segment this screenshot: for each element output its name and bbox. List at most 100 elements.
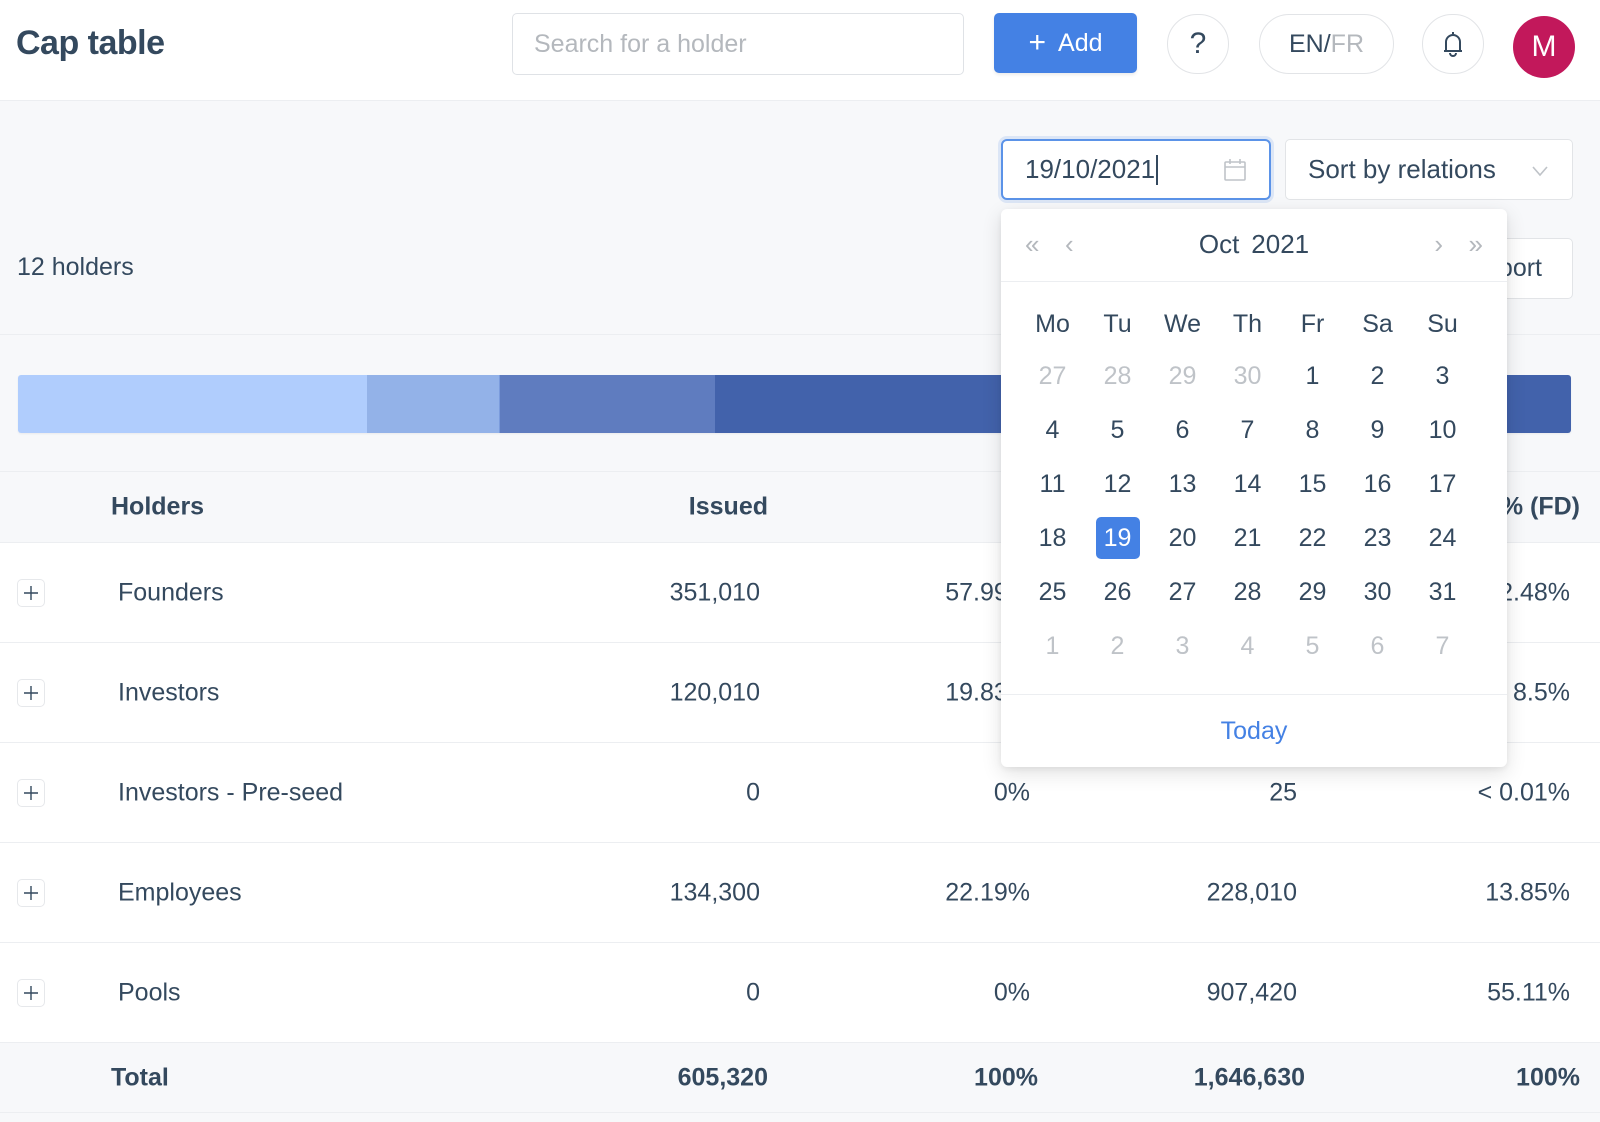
calendar-day[interactable]: 29 xyxy=(1280,578,1345,607)
calendar-day[interactable]: 5 xyxy=(1280,632,1345,661)
calendar-week: 18 19 20 21 22 23 24 xyxy=(1020,511,1475,565)
plus-icon xyxy=(24,985,38,1000)
search-input[interactable] xyxy=(512,13,964,75)
calendar-day[interactable]: 30 xyxy=(1345,578,1410,607)
calendar-grid: Mo Tu We Th Fr Sa Su 27 28 29 30 1 2 3 4 5 6 7 8 9 10 11 12 13 1… xyxy=(1020,299,1475,673)
lang-fr[interactable]: FR xyxy=(1331,30,1364,59)
calendar-day[interactable]: 17 xyxy=(1410,470,1475,499)
calendar-day[interactable]: 14 xyxy=(1215,470,1280,499)
calendar-day[interactable]: 10 xyxy=(1410,416,1475,445)
table-row[interactable]: Pools 0 0% 907,420 55.11% xyxy=(0,943,1600,1043)
weekday-label: Mo xyxy=(1035,309,1070,338)
weekday-label: Th xyxy=(1232,309,1263,338)
holder-name: Investors - Pre-seed xyxy=(118,778,344,806)
calendar-icon[interactable] xyxy=(1223,158,1247,182)
plus-icon xyxy=(24,885,38,900)
distribution-segment-founders[interactable] xyxy=(18,375,368,433)
weekday-row: Mo Tu We Th Fr Sa Su xyxy=(1020,299,1475,349)
expand-row-button[interactable] xyxy=(17,978,45,1007)
calendar-day[interactable]: 16 xyxy=(1345,470,1410,499)
calendar-month[interactable]: Oct xyxy=(1199,229,1239,259)
total-percent: 100% xyxy=(974,1063,1038,1091)
calendar-day[interactable]: 15 xyxy=(1280,470,1345,499)
calendar-day[interactable]: 6 xyxy=(1345,632,1410,661)
calendar-day[interactable]: 27 xyxy=(1150,578,1215,607)
add-button[interactable]: + Add xyxy=(994,13,1137,73)
calendar-day-selected[interactable]: 19 xyxy=(1085,517,1150,559)
distribution-segment-employees[interactable] xyxy=(499,375,715,433)
calendar-day[interactable]: 20 xyxy=(1150,524,1215,553)
calendar-day[interactable]: 30 xyxy=(1215,362,1280,391)
issued-value: 120,010 xyxy=(669,678,760,706)
column-header-holders[interactable]: Holders xyxy=(111,493,204,522)
text-caret xyxy=(1156,154,1159,185)
language-toggle[interactable]: EN / FR xyxy=(1259,14,1394,74)
avatar[interactable]: M xyxy=(1513,16,1575,78)
calendar-day[interactable]: 5 xyxy=(1085,416,1150,445)
calendar-day[interactable]: 29 xyxy=(1150,362,1215,391)
calendar-day[interactable]: 12 xyxy=(1085,470,1150,499)
calendar-day[interactable]: 22 xyxy=(1280,524,1345,553)
calendar-week: 1234567 xyxy=(1020,619,1475,673)
calendar-day[interactable]: 18 xyxy=(1020,524,1085,553)
expand-row-button[interactable] xyxy=(17,878,45,907)
calendar-day[interactable]: 4 xyxy=(1020,416,1085,445)
percent-fd-value: 55.11% xyxy=(1487,978,1570,1006)
fully-diluted-value: 25 xyxy=(1269,778,1297,806)
sort-select[interactable]: Sort by relations xyxy=(1285,139,1573,200)
calendar-day[interactable]: 3 xyxy=(1410,362,1475,391)
percent-fd-value: < 0.01% xyxy=(1477,778,1570,806)
next-year-icon[interactable]: » xyxy=(1469,231,1483,257)
expand-row-button[interactable] xyxy=(17,678,45,707)
calendar-day[interactable]: 2 xyxy=(1085,632,1150,661)
calendar-day[interactable]: 7 xyxy=(1410,632,1475,661)
calendar-day[interactable]: 24 xyxy=(1410,524,1475,553)
calendar-day[interactable]: 28 xyxy=(1085,362,1150,391)
percent-fd-value: 8.5% xyxy=(1513,678,1570,706)
calendar-day[interactable]: 8 xyxy=(1280,416,1345,445)
column-header-percent-fd[interactable]: % (FD) xyxy=(1501,493,1580,522)
total-row: Total 605,320 100% 1,646,630 100% xyxy=(0,1043,1600,1113)
calendar-day[interactable]: 3 xyxy=(1150,632,1215,661)
help-button[interactable]: ? xyxy=(1167,14,1229,74)
bell-icon xyxy=(1444,32,1462,57)
calendar-day[interactable]: 1 xyxy=(1020,632,1085,661)
calendar-day[interactable]: 11 xyxy=(1020,470,1085,499)
sort-select-value: Sort by relations xyxy=(1308,154,1496,184)
date-picker-input[interactable]: 19/10/2021 xyxy=(1001,139,1271,200)
calendar-day[interactable]: 26 xyxy=(1085,578,1150,607)
issued-value: 0 xyxy=(746,978,760,1006)
next-month-icon[interactable]: › xyxy=(1434,231,1443,257)
expand-row-button[interactable] xyxy=(17,778,45,807)
page-title: Cap table xyxy=(16,24,165,62)
calendar-day[interactable]: 1 xyxy=(1280,362,1345,391)
calendar-day[interactable]: 2 xyxy=(1345,362,1410,391)
lang-separator: / xyxy=(1323,29,1331,58)
table-row[interactable]: Employees 134,300 22.19% 228,010 13.85% xyxy=(0,843,1600,943)
calendar-week: 27 28 29 30 1 2 3 xyxy=(1020,349,1475,403)
calendar-day[interactable]: 21 xyxy=(1215,524,1280,553)
calendar-day[interactable]: 23 xyxy=(1345,524,1410,553)
lang-en[interactable]: EN xyxy=(1289,30,1324,59)
notifications-button[interactable] xyxy=(1422,14,1484,74)
column-header-issued[interactable]: Issued xyxy=(689,493,768,522)
calendar-day[interactable]: 6 xyxy=(1150,416,1215,445)
calendar-year[interactable]: 2021 xyxy=(1251,229,1309,259)
distribution-segment-investors[interactable] xyxy=(367,375,500,433)
calendar-day[interactable]: 25 xyxy=(1020,578,1085,607)
calendar-day[interactable]: 9 xyxy=(1345,416,1410,445)
calendar-day[interactable]: 7 xyxy=(1215,416,1280,445)
date-picker-popup: « ‹ Oct 2021 › » Mo Tu We Th Fr Sa Su 27 28 29 30 1 2… xyxy=(1001,209,1507,767)
calendar-day[interactable]: 31 xyxy=(1410,578,1475,607)
weekday-label: Su xyxy=(1427,309,1458,338)
calendar-day[interactable]: 13 xyxy=(1150,470,1215,499)
calendar-week: 4 5 6 7 8 9 10 xyxy=(1020,403,1475,457)
calendar-day[interactable]: 4 xyxy=(1215,632,1280,661)
calendar-day[interactable]: 28 xyxy=(1215,578,1280,607)
top-bar: Cap table + Add ? EN/FR M xyxy=(0,0,1600,101)
today-link[interactable]: Today xyxy=(1221,717,1288,746)
calendar-day[interactable]: 27 xyxy=(1020,362,1085,391)
weekday-label: We xyxy=(1163,309,1202,338)
expand-row-button[interactable] xyxy=(17,578,45,607)
percent-value: 0% xyxy=(993,978,1030,1006)
